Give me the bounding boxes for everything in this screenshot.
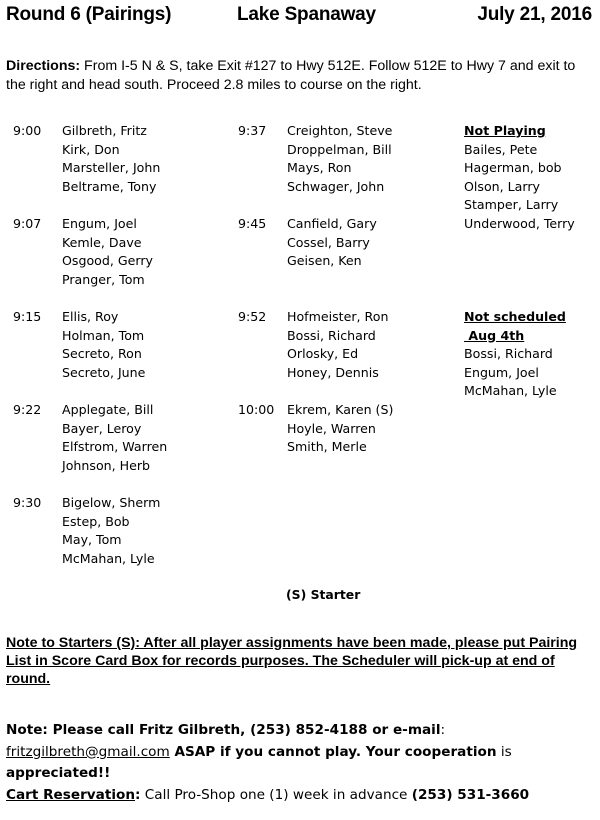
player-name: Honey, Dennis <box>287 364 379 380</box>
player-name: Engum, Joel <box>62 216 137 231</box>
player-name: Bigelow, Sherm <box>62 495 161 510</box>
tee-time: 9:00 <box>13 123 42 138</box>
player-name: May, Tom <box>62 532 122 548</box>
not-scheduled-date: Aug 4th <box>464 327 525 343</box>
player-name: Beltrame, Tony <box>62 178 157 194</box>
player-name: Olson, Larry <box>464 178 540 194</box>
tee-time: 9:37 <box>238 123 267 138</box>
not-playing-list: Not Playing Bailes, Pete Hagerman, bob O… <box>464 122 575 234</box>
player-name: Secreto, June <box>62 364 146 380</box>
contact-is: is <box>496 743 512 760</box>
contact-colon: : <box>440 722 446 738</box>
player-name: Bossi, Richard <box>464 346 553 362</box>
player-name: Kirk, Don <box>62 141 120 157</box>
tee-time: 9:52 <box>238 309 267 324</box>
not-scheduled-list: Not scheduled Aug 4th Bossi, Richard Eng… <box>464 308 566 401</box>
cart-reservation-label: Cart Reservation <box>6 786 135 803</box>
pro-shop-phone: (253) 531-3660 <box>411 786 530 803</box>
directions-text: From I-5 N & S, take Exit #127 to Hwy 51… <box>6 58 576 93</box>
cart-reservation-text: Call Pro-Shop one (1) week in advance <box>140 786 412 803</box>
player-name: McMahan, Lyle <box>62 550 155 566</box>
player-name: Bailes, Pete <box>464 141 538 157</box>
player-name: Kemle, Dave <box>62 234 142 250</box>
player-name: Orlosky, Ed <box>287 346 359 362</box>
player-name: Osgood, Gerry <box>62 253 153 269</box>
player-name: Geisen, Ken <box>287 253 362 269</box>
player-name: Ekrem, Karen (S) <box>287 402 394 417</box>
player-name: Hoyle, Warren <box>287 420 376 436</box>
player-name: Marsteller, John <box>62 160 161 176</box>
directions: Directions: From I-5 N & S, take Exit #1… <box>6 57 594 95</box>
player-name: Mays, Ron <box>287 160 352 176</box>
tee-time: 10:00 <box>238 402 275 417</box>
note-to-starters: Note to Starters (S): After all player a… <box>6 635 578 687</box>
not-playing-heading: Not Playing <box>464 123 546 138</box>
email-link[interactable]: fritzgilbreth@gmail.com <box>6 744 170 760</box>
directions-label: Directions: <box>6 58 81 74</box>
tee-time: 9:30 <box>13 495 42 510</box>
course-name: Lake Spanaway <box>237 4 376 25</box>
player-name: Canfield, Gary <box>287 216 377 231</box>
player-name: Bossi, Richard <box>287 327 376 343</box>
round-date: July 21, 2016 <box>477 4 592 25</box>
player-name: Engum, Joel <box>464 364 539 380</box>
contact-note-suffix: ASAP if you cannot play. Your cooperatio… <box>169 743 497 760</box>
contact-note: Note: Please call Fritz Gilbreth, (253) … <box>6 720 596 806</box>
player-name: Holman, Tom <box>62 327 145 343</box>
player-name: Pranger, Tom <box>62 271 145 287</box>
player-name: Stamper, Larry <box>464 197 559 213</box>
tee-time: 9:45 <box>238 216 267 231</box>
contact-appreciated: appreciated!! <box>6 765 111 782</box>
player-name: McMahan, Lyle <box>464 383 557 399</box>
player-name: Johnson, Herb <box>62 457 151 473</box>
tee-time: 9:07 <box>13 216 42 231</box>
contact-note-prefix: Note: Please call Fritz Gilbreth, (253) … <box>6 722 441 738</box>
player-name: Gilbreth, Fritz <box>62 123 147 138</box>
player-name: Bayer, Leroy <box>62 420 142 436</box>
player-name: Schwager, John <box>287 178 385 194</box>
tee-time: 9:22 <box>13 402 42 417</box>
player-name: Hagerman, bob <box>464 160 562 176</box>
player-name: Secreto, Ron <box>62 346 142 362</box>
starter-legend: (S) Starter <box>286 587 361 602</box>
player-name: Applegate, Bill <box>62 402 154 417</box>
page-title: Round 6 (Pairings) <box>6 4 172 25</box>
tee-time: 9:15 <box>13 309 42 324</box>
player-name: Elfstrom, Warren <box>62 439 168 455</box>
player-name: Smith, Merle <box>287 439 367 455</box>
player-name: Estep, Bob <box>62 513 130 529</box>
not-scheduled-heading: Not scheduled <box>464 309 566 324</box>
player-name: Hofmeister, Ron <box>287 309 389 324</box>
player-name: Ellis, Roy <box>62 309 119 324</box>
player-name: Creighton, Steve <box>287 123 393 138</box>
player-name: Droppelman, Bill <box>287 141 392 157</box>
player-name: Cossel, Barry <box>287 234 370 250</box>
player-name: Underwood, Terry <box>464 215 575 231</box>
